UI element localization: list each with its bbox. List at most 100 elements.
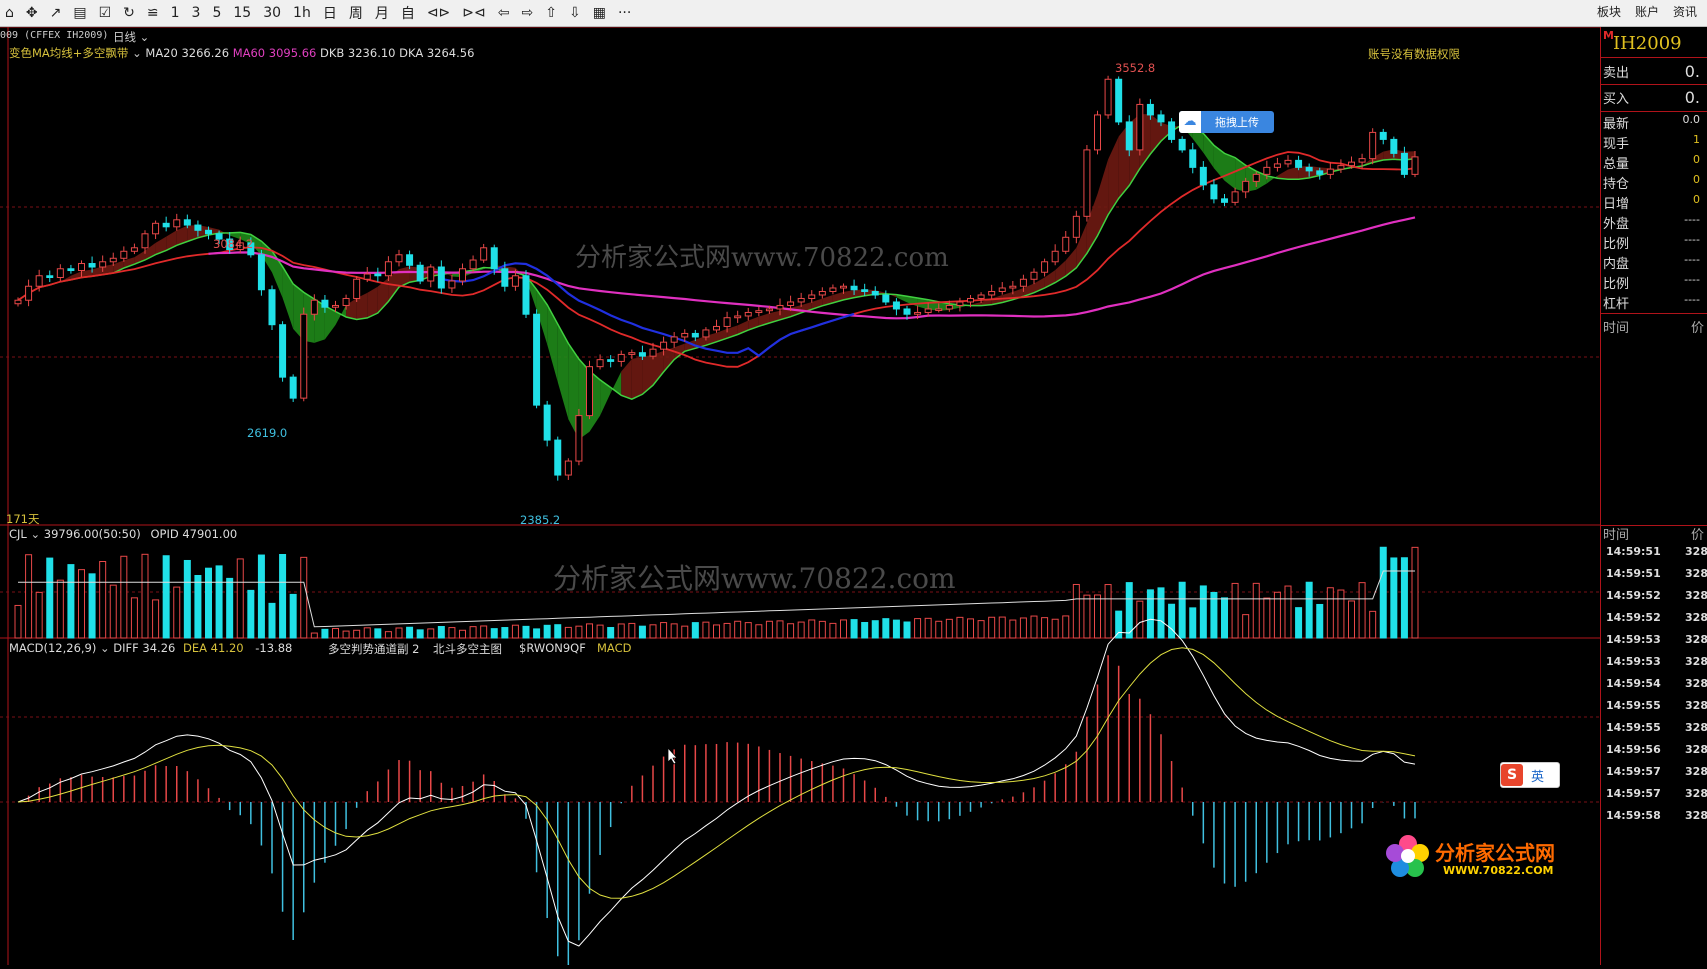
candle-body	[829, 287, 837, 292]
toolbar-button[interactable]: 日	[323, 3, 337, 23]
dea-value: DEA 41.20	[183, 641, 244, 655]
tab-account[interactable]: 账户	[1635, 3, 1659, 20]
volume-bar	[448, 627, 456, 639]
volume-bar	[723, 622, 731, 639]
toolbar-button[interactable]: ⇩	[569, 5, 581, 21]
macd-select[interactable]: MACD(12,26,9)	[9, 641, 96, 655]
upload-button[interactable]: ☁ 拖拽上传	[1179, 111, 1274, 133]
indicator-select[interactable]: 变色MA均线+多空飘带	[9, 46, 128, 60]
formula-tab-1[interactable]: 多空判势通道副 2	[328, 641, 419, 657]
candle-body	[406, 254, 414, 266]
toolbar-button[interactable]: ···	[618, 5, 631, 21]
candle-body	[35, 275, 43, 287]
candle-body	[1263, 166, 1271, 175]
toolbar-button[interactable]: 月	[375, 3, 389, 23]
toolbar-button[interactable]: ⊳⊲	[462, 5, 485, 21]
volume-bar	[173, 586, 181, 639]
volume-bar	[300, 556, 308, 639]
candle-body	[660, 341, 668, 350]
watermark: 分析家公式网www.70822.com	[553, 562, 956, 595]
volume-bar	[1263, 597, 1271, 639]
tick-time: 14:59:52	[1606, 589, 1661, 602]
toolbar-button[interactable]: 自	[401, 3, 415, 23]
candle-body	[755, 310, 763, 313]
candle-body	[501, 268, 509, 287]
toolbar-button[interactable]: ≌	[147, 5, 159, 21]
toolbar-button[interactable]: ☑	[99, 5, 112, 21]
candle-body	[416, 264, 424, 282]
candle-body	[279, 324, 287, 378]
ime-indicator[interactable]: S 英	[1500, 762, 1560, 788]
volume-bar	[533, 628, 541, 639]
low1-label: 2619.0	[247, 426, 288, 440]
field-value: ----	[1684, 213, 1700, 226]
volume-bar	[130, 597, 138, 639]
toolbar-button[interactable]: ↻	[123, 5, 135, 21]
ribbon-segment	[600, 379, 611, 416]
toolbar-button[interactable]: 15	[233, 5, 251, 21]
tick-price: 328	[1685, 721, 1707, 734]
tick-price: 328	[1685, 809, 1707, 822]
tick-price: 328	[1685, 787, 1707, 800]
toolbar-button[interactable]: ↗	[50, 5, 62, 21]
logo-title: 分析家公式网	[1435, 841, 1555, 865]
volume-bar	[776, 620, 784, 639]
candle-body	[490, 247, 498, 270]
period-select[interactable]: 日线 ⌄	[113, 29, 149, 45]
tab-sector[interactable]: 板块	[1597, 3, 1621, 20]
toolbar-button[interactable]: 周	[349, 3, 363, 23]
toolbar-button[interactable]: ⇧	[545, 5, 557, 21]
toolbar-button[interactable]: 3	[192, 5, 201, 21]
toolbar-button[interactable]: ✥	[26, 5, 38, 21]
toolbar-button[interactable]: ▦	[593, 5, 606, 21]
candle-body	[1273, 163, 1281, 168]
candle-body	[1411, 156, 1419, 175]
volume-bar	[1316, 603, 1324, 639]
volume-bar	[353, 629, 361, 639]
toolbar-button[interactable]: ⊲⊳	[427, 5, 450, 21]
formula-tab-3[interactable]: $RWON9QF	[519, 641, 586, 655]
tick-price: 328	[1685, 567, 1707, 580]
volume-bar	[342, 630, 350, 639]
toolbar-button[interactable]: ⇦	[498, 5, 510, 21]
volume-bar	[607, 627, 615, 639]
ask-row: 卖出 0.	[1601, 62, 1707, 82]
volume-bar	[1136, 600, 1144, 639]
candle-body	[448, 280, 456, 289]
candle-body	[374, 273, 382, 277]
volume-select[interactable]: CJL	[9, 527, 27, 541]
field-row: 最新 0.0	[1601, 113, 1707, 133]
toolbar-button[interactable]: 30	[263, 5, 281, 21]
volume-bar	[1083, 594, 1091, 639]
field-value: 0	[1693, 153, 1700, 166]
volume-bar	[236, 558, 244, 639]
toolbar-button[interactable]: ▤	[73, 5, 86, 21]
volume-bar	[765, 620, 773, 639]
field-label: 比例	[1603, 277, 1630, 292]
toolbar-button[interactable]: 1	[171, 5, 180, 21]
candle-body	[1348, 161, 1355, 167]
chart-area[interactable]: 009 (CFFEX IH2009) 日线 ⌄ 变色MA均线+多空飘带 ⌄ MA…	[0, 26, 1600, 966]
toolbar-button[interactable]: 1h	[293, 5, 311, 21]
candle-body	[554, 439, 562, 476]
tick-price: 328	[1685, 765, 1707, 778]
candle-body	[681, 332, 689, 338]
tab-news[interactable]: 资讯	[1673, 3, 1697, 20]
volume-bar	[628, 622, 636, 639]
toolbar-button[interactable]: ⇨	[522, 5, 534, 21]
volume-bar	[469, 626, 477, 639]
candle-body	[183, 219, 191, 226]
no-permission-notice: 账号没有数据权限	[1368, 47, 1460, 61]
toolbar-button[interactable]: ⌂	[5, 5, 14, 21]
formula-tab-2[interactable]: 北斗多空主图	[433, 641, 502, 657]
volume-bar	[1348, 600, 1355, 639]
formula-tab-4[interactable]: MACD	[597, 641, 631, 655]
volume-bar	[1094, 594, 1101, 639]
low2-label: 2385.2	[520, 513, 561, 527]
toolbar-button[interactable]: 5	[212, 5, 221, 21]
mid-high-label: 3084.2	[213, 237, 254, 251]
volume-bar	[1231, 582, 1239, 639]
candlestick-svg[interactable]	[0, 26, 1600, 966]
field-value: ----	[1684, 273, 1700, 286]
bid-label: 买入	[1603, 92, 1630, 107]
